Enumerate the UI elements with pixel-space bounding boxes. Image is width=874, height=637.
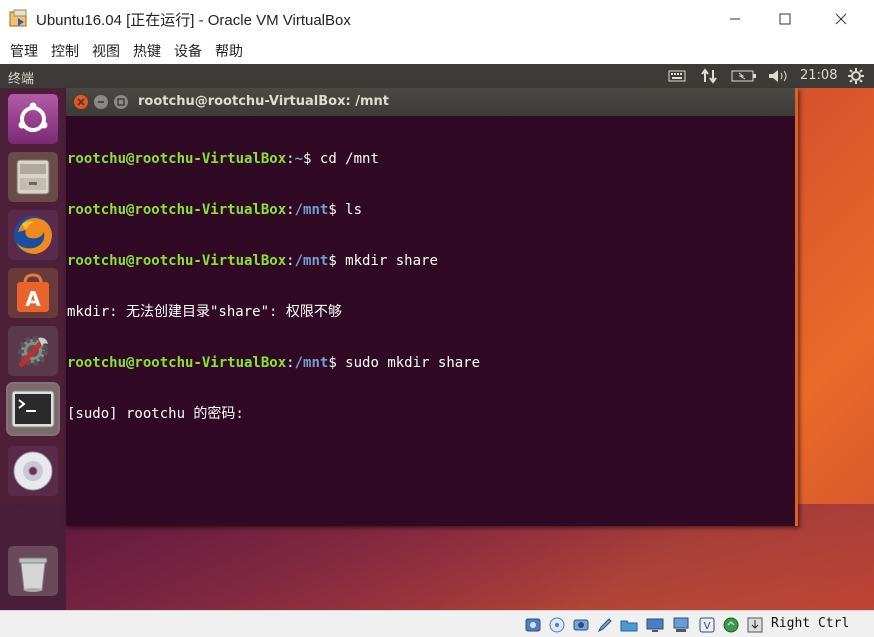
keyboard-capture-icon[interactable] xyxy=(746,616,764,634)
menu-control[interactable]: 控制 xyxy=(51,41,79,61)
launcher-dash[interactable] xyxy=(8,94,58,144)
launcher-system-settings[interactable] xyxy=(8,326,58,376)
guest-display[interactable]: 终端 21:08 A rootchu@rootchu-VirtualBox: /… xyxy=(0,64,874,610)
display-icon[interactable] xyxy=(646,616,664,634)
pen-icon[interactable] xyxy=(596,616,614,634)
terminal-title: rootchu@rootchu-VirtualBox: /mnt xyxy=(138,94,389,109)
keyboard-icon[interactable] xyxy=(666,67,688,85)
terminal-output[interactable]: rootchu@rootchu-VirtualBox:~$ cd /mnt ro… xyxy=(67,117,795,457)
virtualbox-app-icon xyxy=(9,9,27,27)
prompt-path: ~ xyxy=(294,151,304,167)
launcher-terminal[interactable] xyxy=(6,382,60,436)
minimize-icon xyxy=(730,18,740,20)
menu-manage[interactable]: 管理 xyxy=(10,41,38,61)
optical-drive-icon[interactable] xyxy=(548,616,566,634)
menu-bar: 管理 控制 视图 热键 设备 帮助 xyxy=(0,38,874,64)
prompt-user: rootchu@rootchu-VirtualBox xyxy=(67,355,287,371)
command-text: mkdir share xyxy=(336,253,438,269)
terminal-window[interactable]: rootchu@rootchu-VirtualBox: /mnt rootchu… xyxy=(66,88,798,526)
terminal-maximize-button[interactable] xyxy=(114,95,128,109)
volume-icon[interactable] xyxy=(766,67,790,85)
shared-folder-icon[interactable] xyxy=(620,616,638,634)
launcher-trash[interactable] xyxy=(8,546,58,596)
launcher-dvd[interactable] xyxy=(8,446,58,496)
output-text: [sudo] rootchu 的密码: xyxy=(67,406,244,422)
maximize-icon xyxy=(117,98,125,106)
svg-text:V: V xyxy=(704,621,711,632)
usb-icon[interactable]: V xyxy=(698,616,716,634)
prompt-path: /mnt xyxy=(294,253,329,269)
prompt-user: rootchu@rootchu-VirtualBox xyxy=(67,202,287,218)
firefox-icon xyxy=(14,216,52,254)
terminal-titlebar[interactable]: rootchu@rootchu-VirtualBox: /mnt xyxy=(66,88,795,116)
host-key-label: Right Ctrl xyxy=(771,616,850,631)
svg-text:A: A xyxy=(25,287,41,311)
close-button[interactable] xyxy=(818,0,864,38)
output-text: mkdir: 无法创建目录"share": 权限不够 xyxy=(67,304,342,320)
terminal-icon xyxy=(11,390,55,428)
prompt-path: /mnt xyxy=(294,202,329,218)
terminal-line: mkdir: 无法创建目录"share": 权限不够 xyxy=(67,304,795,321)
files-icon xyxy=(16,159,50,195)
network-icon[interactable] xyxy=(698,67,720,85)
close-icon xyxy=(835,13,847,25)
prompt-path: /mnt xyxy=(294,355,329,371)
menu-help[interactable]: 帮助 xyxy=(215,41,243,61)
launcher-files[interactable] xyxy=(8,152,58,202)
terminal-line: rootchu@rootchu-VirtualBox:/mnt$ ls xyxy=(67,202,363,218)
network-adapter-icon[interactable] xyxy=(672,616,690,634)
trash-icon xyxy=(18,557,48,592)
menu-devices[interactable]: 设备 xyxy=(174,41,202,61)
terminal-line: rootchu@rootchu-VirtualBox:~$ cd /mnt xyxy=(67,151,379,167)
close-icon xyxy=(77,98,85,106)
menu-hotkeys[interactable]: 热键 xyxy=(133,41,161,61)
terminal-line: rootchu@rootchu-VirtualBox:/mnt$ sudo mk… xyxy=(67,355,481,371)
minimize-icon xyxy=(98,101,104,103)
terminal-line: rootchu@rootchu-VirtualBox:/mnt$ mkdir s… xyxy=(67,253,438,269)
minimize-button[interactable] xyxy=(712,0,758,38)
software-center-icon: A xyxy=(17,273,49,312)
ubuntu-logo-icon xyxy=(18,102,48,132)
maximize-icon xyxy=(779,13,791,25)
menu-view[interactable]: 视图 xyxy=(92,41,120,61)
panel-app-name: 终端 xyxy=(8,72,35,87)
hard-disk-icon[interactable] xyxy=(524,616,542,634)
maximize-button[interactable] xyxy=(762,0,808,38)
prompt-user: rootchu@rootchu-VirtualBox xyxy=(67,253,287,269)
window-title: Ubuntu16.04 [正在运行] - Oracle VM VirtualBo… xyxy=(36,12,351,29)
prompt-user: rootchu@rootchu-VirtualBox xyxy=(67,151,287,167)
dvd-icon xyxy=(13,451,53,491)
mouse-integration-icon[interactable] xyxy=(722,616,740,634)
command-text: sudo mkdir share xyxy=(336,355,481,371)
gear-icon[interactable] xyxy=(846,67,866,85)
launcher-software-center[interactable]: A xyxy=(8,268,58,318)
launcher-firefox[interactable] xyxy=(8,210,58,260)
audio-icon[interactable] xyxy=(572,616,590,634)
terminal-minimize-button[interactable] xyxy=(94,95,108,109)
terminal-line: [sudo] rootchu 的密码: xyxy=(67,406,795,423)
unity-top-panel: 终端 21:08 xyxy=(0,64,874,88)
command-text: cd /mnt xyxy=(311,151,379,167)
window-titlebar: Ubuntu16.04 [正在运行] - Oracle VM VirtualBo… xyxy=(0,0,874,38)
settings-icon xyxy=(18,336,48,368)
panel-clock[interactable]: 21:08 xyxy=(800,68,837,83)
unity-launcher: A xyxy=(0,88,66,610)
battery-icon[interactable] xyxy=(730,67,758,85)
vm-status-bar: V Right Ctrl xyxy=(0,610,874,637)
terminal-close-button[interactable] xyxy=(74,95,88,109)
command-text: ls xyxy=(336,202,363,218)
